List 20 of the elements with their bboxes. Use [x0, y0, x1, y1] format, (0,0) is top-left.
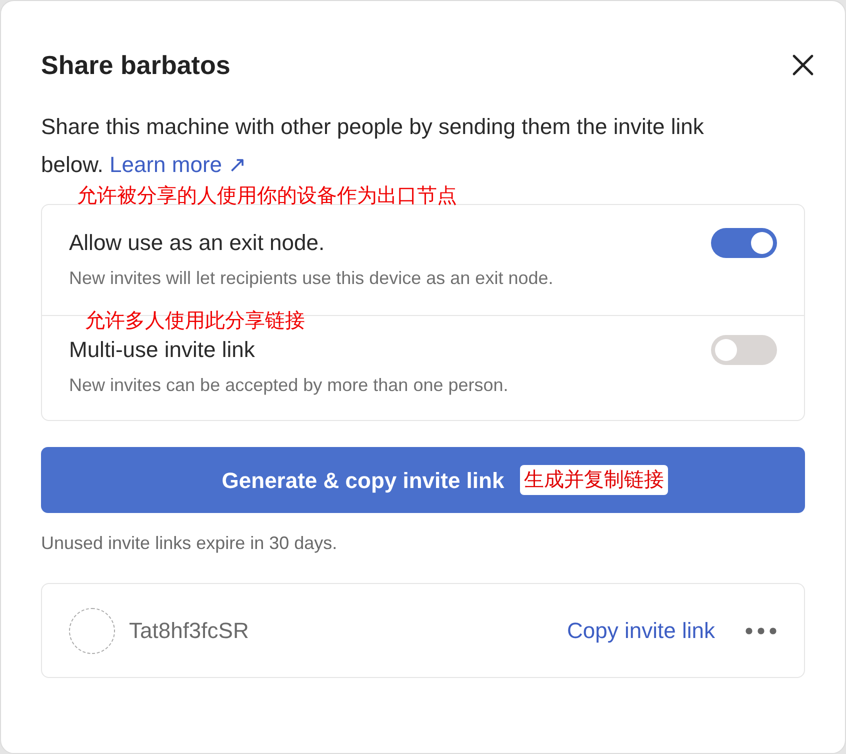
learn-more-link[interactable]: Learn more ↗ [110, 152, 246, 177]
button-label: Generate & copy invite link [222, 466, 504, 495]
toggle-switch[interactable] [711, 335, 777, 365]
close-icon [792, 54, 814, 76]
dialog-title: Share barbatos [41, 49, 230, 82]
option-description: New invites can be accepted by more than one person. [69, 374, 510, 397]
description-text: Share this machine with other people by sending them the invite link below. Learn more ↗ [41, 113, 705, 179]
annotation-text: 生成并复制链接 [520, 465, 668, 495]
option-description: New invites will let recipients use this device as an exit node. [69, 267, 554, 290]
option-label: Allow use as an exit node. [69, 229, 325, 257]
more-icon [745, 626, 777, 634]
expiry-note: Unused invite links expire in 30 days. [41, 532, 338, 555]
toggle-switch[interactable] [711, 228, 777, 258]
annotation-text: 允许多人使用此分享链接 [85, 309, 305, 334]
option-label: Multi-use invite link [69, 336, 255, 364]
generate-invite-button[interactable]: Generate & copy invite link 生成并复制链接 [41, 447, 805, 513]
copy-invite-link[interactable]: Copy invite link [567, 614, 715, 647]
invite-code: Tat8hf3fcSR [129, 617, 250, 645]
avatar-icon [69, 608, 115, 654]
annotation-text: 允许被分享的人使用你的设备作为出口节点 [77, 184, 457, 209]
